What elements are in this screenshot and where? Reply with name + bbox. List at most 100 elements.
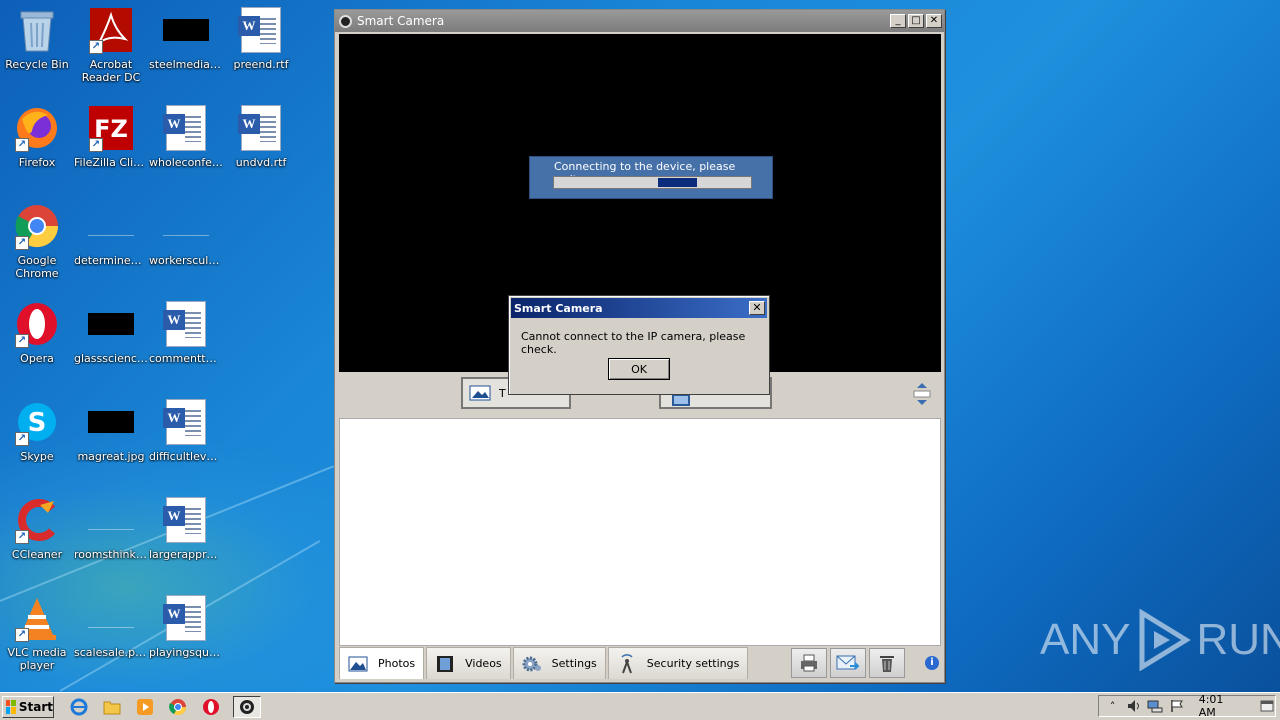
word-document-icon: W [237, 104, 285, 152]
start-button[interactable]: Start [2, 695, 54, 718]
desktop-icon-acrobat[interactable]: ↗ Acrobat Reader DC [74, 6, 148, 98]
media-player-icon[interactable] [134, 696, 156, 718]
desktop-icon-google-chrome[interactable]: ↗ Google Chrome [0, 202, 74, 294]
word-document-icon: W [162, 496, 210, 544]
svg-text:S: S [28, 408, 47, 438]
desktop-icon-filezilla[interactable]: FZ ↗ FileZilla Client [74, 104, 148, 196]
acrobat-icon: ↗ [87, 6, 135, 54]
desktop-icon-undvd[interactable]: W undvd.rtf [224, 104, 298, 196]
volume-icon[interactable] [1126, 698, 1141, 714]
camera-icon [240, 699, 254, 714]
take-photo-label: T [499, 386, 506, 400]
desktop-icon-roomsthinki[interactable]: roomsthinki... [74, 496, 148, 588]
desktop-icon-glassscience[interactable]: glassscience... [74, 300, 148, 392]
desktop-icon-commentter[interactable]: W commentter... [149, 300, 223, 392]
opera-taskbar-icon[interactable] [200, 696, 222, 718]
desktop-icon-magreat[interactable]: magreat.jpg [74, 398, 148, 490]
desktop-icon-determineb[interactable]: determineb... [74, 202, 148, 294]
shortcut-arrow-icon: ↗ [89, 138, 103, 152]
file-icon [87, 496, 135, 544]
recycle-bin-icon [13, 6, 61, 54]
action-center-flag-icon[interactable] [1169, 698, 1184, 714]
desktop-icon-ccleaner[interactable]: ↗ CCleaner [0, 496, 74, 588]
shortcut-arrow-icon: ↗ [15, 432, 29, 446]
play-logo-icon [1139, 609, 1192, 671]
desktop-icon-playingsqua[interactable]: W playingsqua... [149, 594, 223, 686]
internet-explorer-icon[interactable] [68, 696, 90, 718]
file-icon [87, 202, 135, 250]
file-icon [162, 202, 210, 250]
maximize-button[interactable]: □ [908, 14, 924, 28]
photos-icon [348, 655, 368, 673]
ok-button[interactable]: OK [608, 358, 670, 380]
trash-icon [880, 656, 894, 672]
videos-icon [435, 655, 455, 673]
dialog-close-button[interactable]: ✕ [749, 301, 765, 315]
word-document-icon: W [162, 104, 210, 152]
camera-app-icon [339, 14, 352, 28]
desktop-icon-difficultlevel[interactable]: W difficultlevel... [149, 398, 223, 490]
vlc-icon: ↗ [13, 594, 61, 642]
printer-icon [801, 654, 817, 672]
tray-expand-icon[interactable]: ˄ [1105, 698, 1120, 714]
tab-settings[interactable]: Settings [512, 647, 606, 679]
antenna-icon [617, 653, 637, 673]
dialog-titlebar[interactable]: Smart Camera ✕ [511, 298, 767, 318]
shortcut-arrow-icon: ↗ [89, 40, 103, 54]
connecting-panel: Connecting to the device, please wait... [529, 156, 773, 199]
anyrun-watermark: ANY RUN [1040, 608, 1280, 672]
image-thumbnail-icon [87, 300, 135, 348]
image-thumbnail-icon [87, 398, 135, 446]
window-titlebar[interactable]: Smart Camera _ □ ✕ [335, 10, 944, 32]
clock[interactable]: 4:01 AM [1199, 693, 1242, 719]
tab-videos[interactable]: Videos [426, 647, 511, 679]
desktop-icon-workerscult[interactable]: workerscult... [149, 202, 223, 294]
skype-icon: S ↗ [13, 398, 61, 446]
close-button[interactable]: ✕ [926, 14, 942, 28]
desktop-icon-steelmedia[interactable]: steelmedia.jpg [149, 6, 223, 98]
media-list-area[interactable] [339, 418, 941, 646]
opera-icon: ↗ [13, 300, 61, 348]
image-thumbnail-icon [162, 6, 210, 54]
network-icon[interactable] [1147, 698, 1163, 714]
chrome-taskbar-icon[interactable] [167, 696, 189, 718]
email-button[interactable] [830, 648, 866, 678]
taskbar: Start ˄ 4:01 AM [0, 692, 1280, 720]
progress-fill [658, 178, 697, 187]
info-icon[interactable]: i [925, 656, 939, 670]
print-button[interactable] [791, 648, 827, 678]
filezilla-icon: FZ ↗ [87, 104, 135, 152]
bottom-tab-bar: Photos Videos Settings Security settings [339, 646, 941, 680]
gear-icon [522, 655, 542, 673]
tab-security-settings[interactable]: Security settings [607, 647, 749, 679]
dialog-message: Cannot connect to the IP camera, please … [521, 330, 746, 356]
desktop-icon-firefox[interactable]: ↗ Firefox [0, 104, 74, 196]
desktop-icon-scalesale[interactable]: scalesale.png [74, 594, 148, 686]
smart-camera-taskbar-button[interactable] [233, 695, 261, 718]
file-explorer-icon[interactable] [101, 696, 123, 718]
shortcut-arrow-icon: ↗ [15, 236, 29, 250]
error-dialog: Smart Camera ✕ Cannot connect to the IP … [508, 295, 770, 395]
minimize-button[interactable]: _ [890, 14, 906, 28]
desktop-icon-skype[interactable]: S ↗ Skype [0, 398, 74, 490]
desktop-icon-vlc[interactable]: ↗ VLC media player [0, 594, 74, 686]
shortcut-arrow-icon: ↗ [15, 334, 29, 348]
firefox-icon: ↗ [13, 104, 61, 152]
connecting-progress-bar [553, 176, 752, 189]
desktop-icon-recycle-bin[interactable]: Recycle Bin [0, 6, 74, 98]
desktop-icon-opera[interactable]: ↗ Opera [0, 300, 74, 392]
collapse-toggle-icon[interactable] [913, 382, 931, 406]
desktop-icon-largerappro[interactable]: W largerappro... [149, 496, 223, 588]
tab-photos[interactable]: Photos [339, 647, 425, 679]
photo-icon [469, 385, 491, 401]
desktop-icon-wholeconfer[interactable]: W wholeconfer... [149, 104, 223, 196]
show-desktop-icon[interactable] [1260, 698, 1275, 714]
word-document-icon: W [162, 594, 210, 642]
email-icon [836, 655, 860, 670]
shortcut-arrow-icon: ↗ [15, 530, 29, 544]
word-document-icon: W [237, 6, 285, 54]
desktop-icon-preend[interactable]: W preend.rtf [224, 6, 298, 98]
dialog-title: Smart Camera [514, 301, 603, 315]
delete-button[interactable] [869, 648, 905, 678]
shortcut-arrow-icon: ↗ [15, 138, 29, 152]
